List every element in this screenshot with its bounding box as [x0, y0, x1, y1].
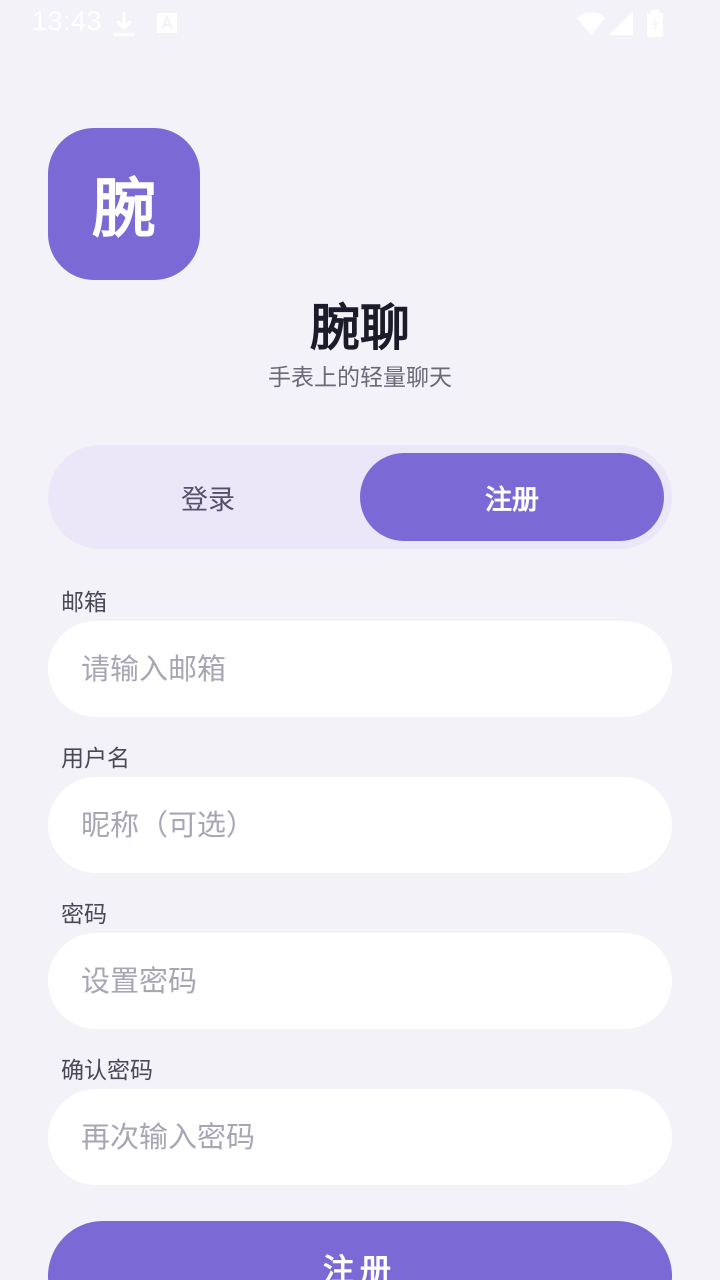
confirm-password-input[interactable] [48, 1089, 672, 1185]
status-bar: 13:43 [0, 0, 720, 48]
username-input[interactable] [48, 777, 672, 873]
app-logo-text: 腕 [92, 173, 156, 247]
status-time: 13:43 [32, 6, 103, 36]
password-input[interactable] [48, 933, 672, 1029]
confirm-password-label: 确认密码 [61, 1058, 153, 1084]
app-logo: 腕 [48, 128, 200, 280]
register-submit-button[interactable]: 注册 [48, 1221, 672, 1280]
app-name: 腕聊 [310, 299, 410, 357]
download-icon [114, 12, 134, 36]
text-a-icon [157, 13, 177, 33]
tab-login-label: 登录 [181, 484, 235, 516]
tab-register[interactable]: 注册 [360, 453, 664, 541]
signal-icon [609, 11, 633, 35]
battery-charging-icon [647, 10, 663, 37]
email-input[interactable] [48, 621, 672, 717]
username-label: 用户名 [61, 746, 130, 772]
password-label: 密码 [61, 902, 107, 928]
auth-tab-switch: 登录 注册 [48, 445, 672, 549]
tab-register-label: 注册 [485, 484, 539, 516]
app-tagline: 手表上的轻量聊天 [268, 365, 452, 391]
register-submit-label: 注册 [323, 1253, 397, 1280]
tab-login[interactable]: 登录 [56, 453, 360, 541]
register-screen: 13:43 腕 腕聊 手表上的轻量聊天 登录 注册 邮箱 请输入邮箱 用户名 昵… [0, 0, 720, 1280]
email-label: 邮箱 [61, 590, 107, 616]
wifi-icon [577, 12, 605, 35]
